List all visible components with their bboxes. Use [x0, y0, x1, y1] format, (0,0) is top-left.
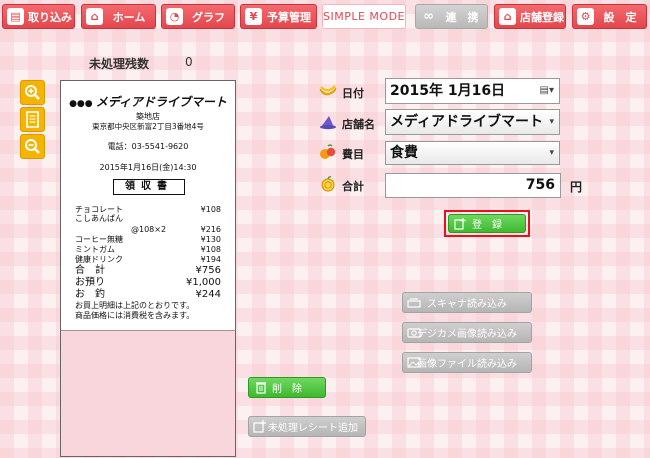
register-label: 登 録: [472, 220, 502, 231]
settings-label: 設 定: [603, 10, 637, 24]
receipt-title: 領収書: [113, 179, 185, 195]
receipt-note: お買上明細は上記のとおりです。: [75, 301, 195, 310]
zoom-in-icon: [25, 85, 40, 100]
simple-mode-button[interactable]: SIMPLE MODE: [322, 4, 406, 29]
receipt-import-label: 取り込み: [28, 10, 72, 24]
add-unprocessed-receipt-button[interactable]: 未処理レシート追加: [248, 416, 366, 437]
image-file-import-label: 画像ファイル読み込み: [417, 359, 517, 370]
fit-page-button[interactable]: [20, 107, 45, 132]
receipt-phone: 電話：03-5541-9620: [107, 142, 189, 151]
calendar-dropdown-icon[interactable]: ▤▾: [540, 79, 554, 103]
image-file-icon: [407, 357, 421, 368]
scanner-import-label: スキャナ読み込み: [427, 299, 507, 310]
zoom-in-button[interactable]: [20, 80, 45, 105]
receipt-image: ●●● メディアドライブマート 築地店 東京都中央区新富2丁目3番地4号 電話：…: [60, 80, 236, 330]
receipt-item-name: ミントガム: [75, 245, 115, 254]
register-button[interactable]: 登 録: [448, 214, 526, 233]
zoom-out-icon: [25, 139, 40, 154]
receipt-item-name: コーヒー無糖: [75, 235, 123, 244]
home-button[interactable]: ⌂ ホーム: [81, 4, 156, 29]
receipt-paid-label: お預り: [75, 277, 105, 288]
receipt-branch: 築地店: [136, 112, 160, 121]
store-label: 店舗名: [342, 118, 375, 131]
receipt-item-price: ¥108: [200, 245, 221, 254]
link-button[interactable]: ∞ 連 携: [415, 4, 488, 29]
pie-chart-icon: ◔: [166, 8, 183, 25]
receipt-import-button[interactable]: ▤ 取り込み: [2, 4, 75, 29]
scanner-icon: [407, 298, 421, 308]
receipt-empty-area: [60, 330, 236, 457]
category-label: 費目: [342, 148, 364, 161]
receipt-note: 商品価格には消費税を含みます。: [75, 311, 195, 320]
camera-import-button[interactable]: デジカメ画像読み込み: [402, 322, 532, 343]
page-icon: [26, 111, 39, 128]
zoom-out-button[interactable]: [20, 134, 45, 159]
total-field[interactable]: 756: [385, 173, 561, 198]
receipt-item-name: チョコレート: [75, 205, 123, 214]
add-document-icon: [253, 420, 266, 433]
receipt-total-value: ¥756: [195, 265, 221, 276]
link-icon: ∞: [423, 9, 434, 24]
receipt-logo: ●●● メディアドライブマート: [61, 95, 235, 111]
date-value: 2015年 1月16日: [390, 83, 506, 99]
total-value: 756: [525, 177, 555, 193]
settings-button[interactable]: ⚙ 設 定: [572, 4, 647, 29]
date-field[interactable]: 2015年 1月16日 ▤▾: [385, 78, 560, 104]
store-register-button[interactable]: ⌂ 店舗登録: [494, 4, 566, 29]
receipt-store-name: メディアドライブマート: [95, 95, 227, 109]
store-icon: ⌂: [499, 8, 516, 25]
add-unprocessed-receipt-label: 未処理レシート追加: [268, 423, 358, 434]
receipt-item-price: ¥194: [200, 255, 221, 264]
receipt-item-name: 健康ドリンク: [75, 255, 123, 264]
gear-icon: ⚙: [577, 8, 594, 25]
unprocessed-count: 0: [185, 55, 193, 69]
delete-button[interactable]: 削 除: [248, 377, 326, 398]
chevron-down-icon: ▾: [549, 148, 554, 158]
apple-icon: [321, 176, 335, 192]
delete-label: 削 除: [272, 384, 302, 395]
fruit-icon: [320, 144, 336, 159]
receipt-item-qty: @108×2: [131, 225, 167, 234]
simple-mode-label: SIMPLE MODE: [323, 10, 405, 23]
budget-label: 予算管理: [267, 10, 311, 24]
graph-button[interactable]: ◔ グラフ: [161, 4, 235, 29]
receipt-datetime: 2015年1月16日(金)14:30: [99, 163, 197, 172]
budget-icon: ¥: [245, 8, 262, 25]
budget-button[interactable]: ¥ 予算管理: [240, 4, 317, 29]
currency-label: 円: [570, 180, 583, 194]
chevron-down-icon: ▾: [549, 117, 554, 127]
banana-icon: [319, 85, 337, 96]
scanner-import-button[interactable]: スキャナ読み込み: [402, 292, 532, 313]
image-file-import-button[interactable]: 画像ファイル読み込み: [402, 352, 532, 373]
receipt-item-price: ¥108: [200, 205, 221, 214]
graph-label: グラフ: [192, 10, 225, 24]
date-label: 日付: [342, 87, 364, 100]
receipt-item-price: ¥216: [200, 225, 221, 234]
unprocessed-label: 未処理残数: [89, 57, 150, 71]
receipt-change-label: お 釣: [75, 289, 105, 300]
store-register-label: 店舗登録: [520, 10, 564, 24]
store-value: メディアドライブマート: [390, 114, 544, 130]
store-logo-mark: ●●●: [69, 99, 96, 109]
receipt-paid-value: ¥1,000: [186, 277, 221, 288]
camera-icon: [407, 328, 421, 338]
receipt-change-value: ¥244: [195, 289, 221, 300]
receipt-address: 東京都中央区新富2丁目3番地4号: [92, 122, 204, 131]
home-label: ホーム: [112, 10, 146, 24]
home-icon: ⌂: [86, 8, 103, 25]
trash-icon: [256, 382, 266, 394]
store-select[interactable]: メディアドライブマート ▾: [385, 109, 560, 135]
receipt-item-name: こしあんぱん: [75, 214, 123, 223]
category-value: 食費: [390, 145, 418, 161]
witch-hat-icon: [320, 116, 336, 130]
receipt-total-label: 合 計: [75, 265, 105, 276]
add-document-icon: [454, 218, 466, 230]
receipt-item-price: ¥130: [200, 235, 221, 244]
receipt-icon: ▤: [7, 8, 24, 25]
total-label: 合計: [342, 180, 364, 193]
link-label: 連 携: [445, 10, 479, 24]
category-select[interactable]: 食費 ▾: [385, 141, 560, 165]
camera-import-label: デジカメ画像読み込み: [417, 329, 517, 340]
